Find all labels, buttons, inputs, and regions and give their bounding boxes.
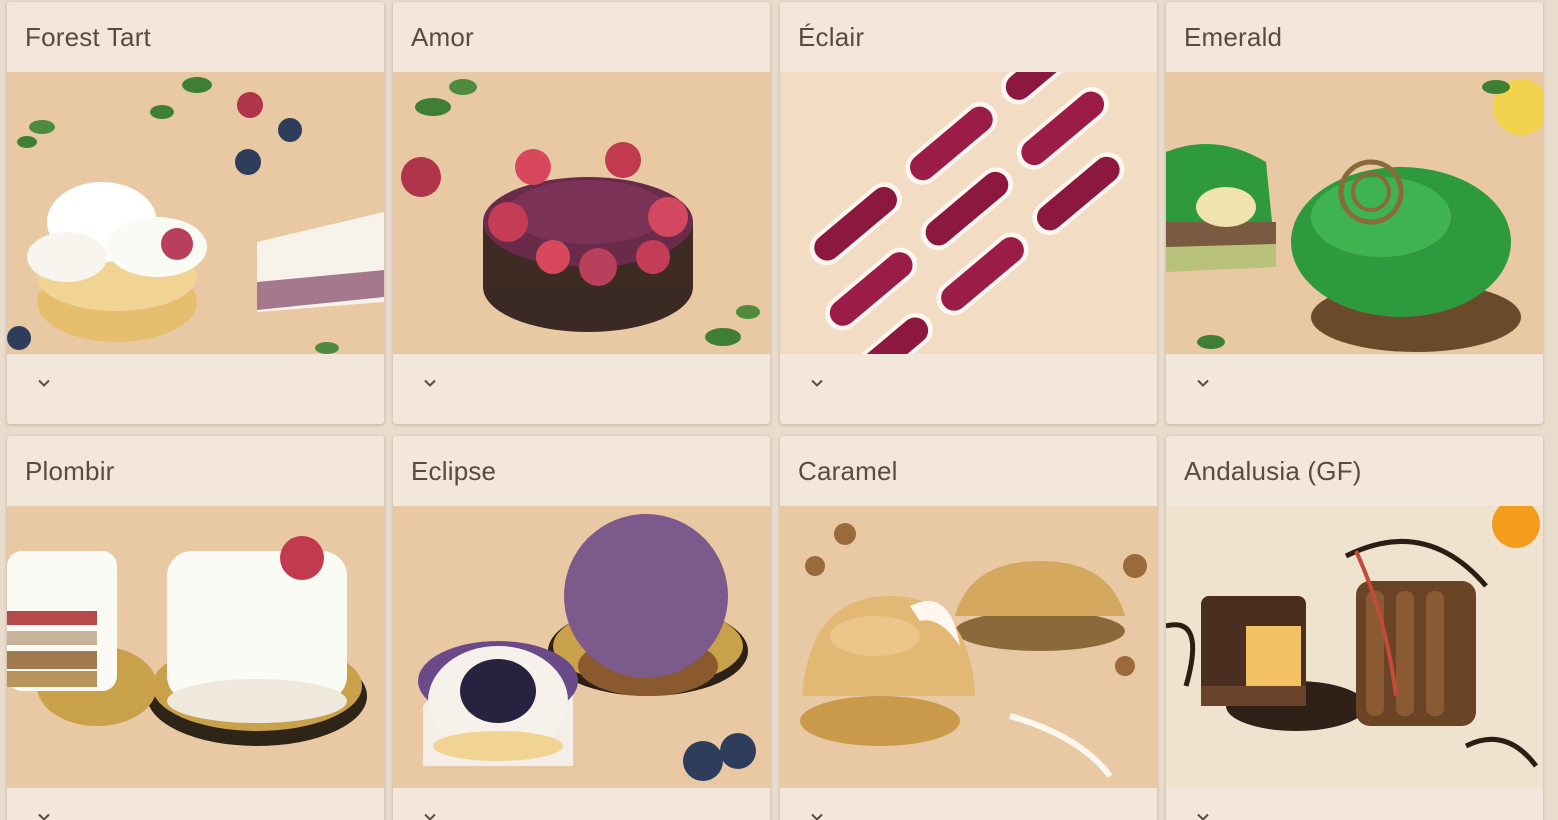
dessert-card-plombir: Plombir [7,436,384,820]
expand-button[interactable] [415,802,445,820]
expand-button[interactable] [415,368,445,398]
card-footer [7,354,384,424]
card-title: Andalusia (GF) [1184,455,1362,486]
card-title: Plombir [25,455,115,486]
card-image [393,506,770,788]
card-header: Plombir [7,436,384,506]
card-footer [780,788,1157,820]
card-footer [1166,788,1543,820]
card-header: Andalusia (GF) [1166,436,1543,506]
dessert-card-andalusia: Andalusia (GF) [1166,436,1543,820]
chevron-down-icon [424,379,436,387]
expand-button[interactable] [1188,368,1218,398]
card-image [7,506,384,788]
card-title: Caramel [798,455,898,486]
card-image [1166,506,1543,788]
card-footer [393,788,770,820]
card-title: Éclair [798,21,865,52]
dessert-card-forest-tart: Forest Tart [7,2,384,424]
chevron-down-icon [1197,813,1209,820]
chevron-down-icon [424,813,436,820]
card-title: Forest Tart [25,21,151,52]
expand-button[interactable] [29,802,59,820]
expand-button[interactable] [802,802,832,820]
card-title: Amor [411,21,474,52]
card-title: Eclipse [411,455,497,486]
card-footer [7,788,384,820]
dessert-card-emerald: Emerald [1166,2,1543,424]
card-header: Emerald [1166,2,1543,72]
chevron-down-icon [811,379,823,387]
card-image [1166,72,1543,354]
card-image [780,506,1157,788]
card-header: Forest Tart [7,2,384,72]
card-image [7,72,384,354]
chevron-down-icon [811,813,823,820]
chevron-down-icon [38,813,50,820]
card-footer [1166,354,1543,424]
dessert-grid: Forest Tart Amor Éclair Emerald Plombir … [0,0,1558,820]
dessert-card-amor: Amor [393,2,770,424]
expand-button[interactable] [1188,802,1218,820]
card-header: Éclair [780,2,1157,72]
dessert-card-eclair: Éclair [780,2,1157,424]
card-header: Amor [393,2,770,72]
card-image [393,72,770,354]
card-title: Emerald [1184,21,1283,52]
dessert-card-caramel: Caramel [780,436,1157,820]
expand-button[interactable] [802,368,832,398]
card-header: Eclipse [393,436,770,506]
dessert-card-eclipse: Eclipse [393,436,770,820]
card-header: Caramel [780,436,1157,506]
card-footer [780,354,1157,424]
chevron-down-icon [1197,379,1209,387]
chevron-down-icon [38,379,50,387]
expand-button[interactable] [29,368,59,398]
card-footer [393,354,770,424]
card-image [780,72,1157,354]
